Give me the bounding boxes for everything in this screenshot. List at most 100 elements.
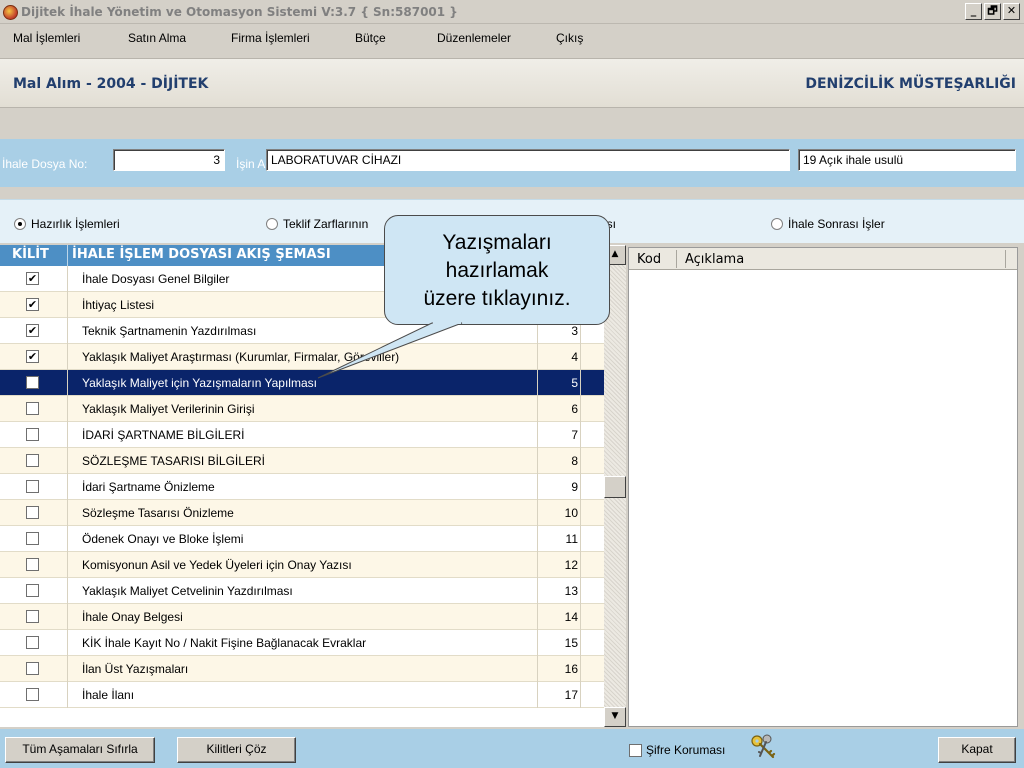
- column-divider: [580, 630, 581, 656]
- table-row[interactable]: Yaklaşık Maliyet Verilerinin Girişi 6: [0, 396, 604, 422]
- lock-checkbox[interactable]: [26, 428, 39, 441]
- column-divider: [67, 370, 68, 396]
- radio-hazirlik-islemleri[interactable]: Hazırlık İşlemleri: [14, 217, 120, 231]
- lock-checkbox[interactable]: ✔: [26, 298, 39, 311]
- minimize-button[interactable]: _: [965, 3, 982, 20]
- maximize-button[interactable]: 🗗: [984, 3, 1001, 20]
- row-number: 14: [564, 610, 578, 624]
- table-row[interactable]: Komisyonun Asil ve Yedek Üyeleri için On…: [0, 552, 604, 578]
- radio-teklif-zarflari[interactable]: Teklif Zarflarının: [266, 217, 368, 231]
- table-row[interactable]: ✔ Yaklaşık Maliyet Araştırması (Kurumlar,…: [0, 344, 604, 370]
- row-title: İhale Dosyası Genel Bilgiler: [82, 272, 230, 286]
- column-divider: [537, 344, 538, 370]
- keys-icon[interactable]: [748, 732, 780, 764]
- column-divider: [67, 500, 68, 526]
- window-title: Dijitek İhale Yönetim ve Otomasyon Siste…: [21, 5, 458, 19]
- column-divider: [676, 250, 677, 268]
- table-row[interactable]: Yaklaşık Maliyet için Yazışmaların Yapıl…: [0, 370, 604, 396]
- column-divider: [580, 396, 581, 422]
- lock-checkbox[interactable]: [26, 662, 39, 675]
- table-row[interactable]: İhale Onay Belgesi 14: [0, 604, 604, 630]
- menu-duzenlemeler[interactable]: Düzenlemeler: [437, 31, 511, 45]
- lock-checkbox[interactable]: ✔: [26, 350, 39, 363]
- row-number: 8: [571, 454, 578, 468]
- lock-checkbox[interactable]: [26, 402, 39, 415]
- unlock-button[interactable]: Kilitleri Çöz: [177, 737, 296, 763]
- bottom-bar: Tüm Aşamaları Sıfırla Kilitleri Çöz Şifr…: [0, 729, 1024, 768]
- reset-stages-button[interactable]: Tüm Aşamaları Sıfırla: [5, 737, 155, 763]
- menu-butce[interactable]: Bütçe: [355, 31, 386, 45]
- row-number: 6: [571, 402, 578, 416]
- ihale-usulu-field[interactable]: 19 Açık ihale usulü: [798, 149, 1016, 171]
- lock-checkbox[interactable]: [26, 480, 39, 493]
- column-divider: [580, 422, 581, 448]
- lock-checkbox[interactable]: ✔: [26, 272, 39, 285]
- menu-firma-islemleri[interactable]: Firma İşlemleri: [231, 31, 310, 45]
- dosya-no-field[interactable]: 3: [113, 149, 225, 171]
- column-kilit[interactable]: KİLİT: [12, 247, 49, 262]
- row-number: 10: [564, 506, 578, 520]
- row-number: 5: [571, 376, 578, 390]
- table-row[interactable]: İhale İlanı 17: [0, 682, 604, 708]
- close-dialog-button[interactable]: Kapat: [938, 737, 1016, 763]
- column-divider: [67, 292, 68, 318]
- column-divider: [537, 422, 538, 448]
- lock-checkbox[interactable]: [26, 558, 39, 571]
- column-aciklama[interactable]: Açıklama: [685, 252, 744, 267]
- module-title: Mal Alım - 2004 - DİJİTEK: [13, 76, 209, 92]
- column-divider: [537, 448, 538, 474]
- description-list[interactable]: Kod Açıklama: [628, 247, 1018, 727]
- table-row[interactable]: Yaklaşık Maliyet Cetvelinin Yazdırılması…: [0, 578, 604, 604]
- isin-adi-field[interactable]: LABORATUVAR CİHAZI: [266, 149, 790, 171]
- row-title: Yaklaşık Maliyet Araştırması (Kurumlar, …: [82, 350, 400, 364]
- table-row[interactable]: KİK İhale Kayıt No / Nakit Fişine Bağlan…: [0, 630, 604, 656]
- row-title: Yaklaşık Maliyet Cetvelinin Yazdırılması: [82, 584, 293, 598]
- menu-mal-islemleri[interactable]: Mal İşlemleri: [13, 31, 80, 45]
- row-title: SÖZLEŞME TASARISI BİLGİLERİ: [82, 454, 265, 468]
- table-row[interactable]: İlan Üst Yazışmaları 16: [0, 656, 604, 682]
- lock-checkbox[interactable]: ✔: [26, 324, 39, 337]
- column-divider: [537, 552, 538, 578]
- column-divider: [580, 474, 581, 500]
- column-divider: [67, 396, 68, 422]
- row-title: İhale İlanı: [82, 688, 135, 702]
- scroll-thumb[interactable]: [604, 476, 626, 498]
- callout-line-2: hazırlamak: [445, 259, 549, 282]
- radio-indicator: [266, 218, 278, 230]
- lock-checkbox[interactable]: [26, 610, 39, 623]
- table-row[interactable]: Ödenek Onayı ve Bloke İşlemi 11: [0, 526, 604, 552]
- scroll-down-arrow-icon[interactable]: ▼: [604, 707, 626, 727]
- lock-checkbox[interactable]: [26, 636, 39, 649]
- radio-ihale-sonrasi-isler[interactable]: İhale Sonrası İşler: [771, 217, 885, 231]
- radio-label: Teklif Zarflarının: [283, 217, 369, 231]
- lock-checkbox[interactable]: [26, 688, 39, 701]
- lock-checkbox[interactable]: [26, 376, 39, 389]
- lock-checkbox[interactable]: [26, 532, 39, 545]
- column-akis-semasi[interactable]: İHALE İŞLEM DOSYASI AKIŞ ŞEMASI: [72, 247, 331, 262]
- close-button[interactable]: ✕: [1003, 3, 1020, 20]
- column-divider: [580, 604, 581, 630]
- radio-indicator: [771, 218, 783, 230]
- menu-cikis[interactable]: Çıkış: [556, 31, 583, 45]
- column-kod[interactable]: Kod: [637, 252, 661, 267]
- organization-name: DENİZCİLİK MÜSTEŞARLIĞI: [805, 76, 1016, 92]
- row-title: İdari Şartname Önizleme: [82, 480, 215, 494]
- menu-satin-alma[interactable]: Satın Alma: [128, 31, 186, 45]
- row-title: KİK İhale Kayıt No / Nakit Fişine Bağlan…: [82, 636, 367, 650]
- callout-line-3: üzere tıklayınız.: [423, 287, 571, 310]
- table-row[interactable]: İDARİ ŞARTNAME BİLGİLERİ 7: [0, 422, 604, 448]
- column-divider: [580, 578, 581, 604]
- lock-checkbox[interactable]: [26, 454, 39, 467]
- row-number: 3: [571, 324, 578, 338]
- table-row[interactable]: SÖZLEŞME TASARISI BİLGİLERİ 8: [0, 448, 604, 474]
- lock-checkbox[interactable]: [26, 506, 39, 519]
- password-protection-label: Şifre Koruması: [646, 743, 726, 757]
- row-number: 9: [571, 480, 578, 494]
- lock-checkbox[interactable]: [26, 584, 39, 597]
- column-divider: [67, 656, 68, 682]
- dosya-no-label: İhale Dosya No:: [2, 157, 88, 171]
- column-divider: [580, 500, 581, 526]
- table-row[interactable]: Sözleşme Tasarısı Önizleme 10: [0, 500, 604, 526]
- password-protection-checkbox[interactable]: Şifre Koruması: [629, 743, 725, 757]
- table-row[interactable]: İdari Şartname Önizleme 9: [0, 474, 604, 500]
